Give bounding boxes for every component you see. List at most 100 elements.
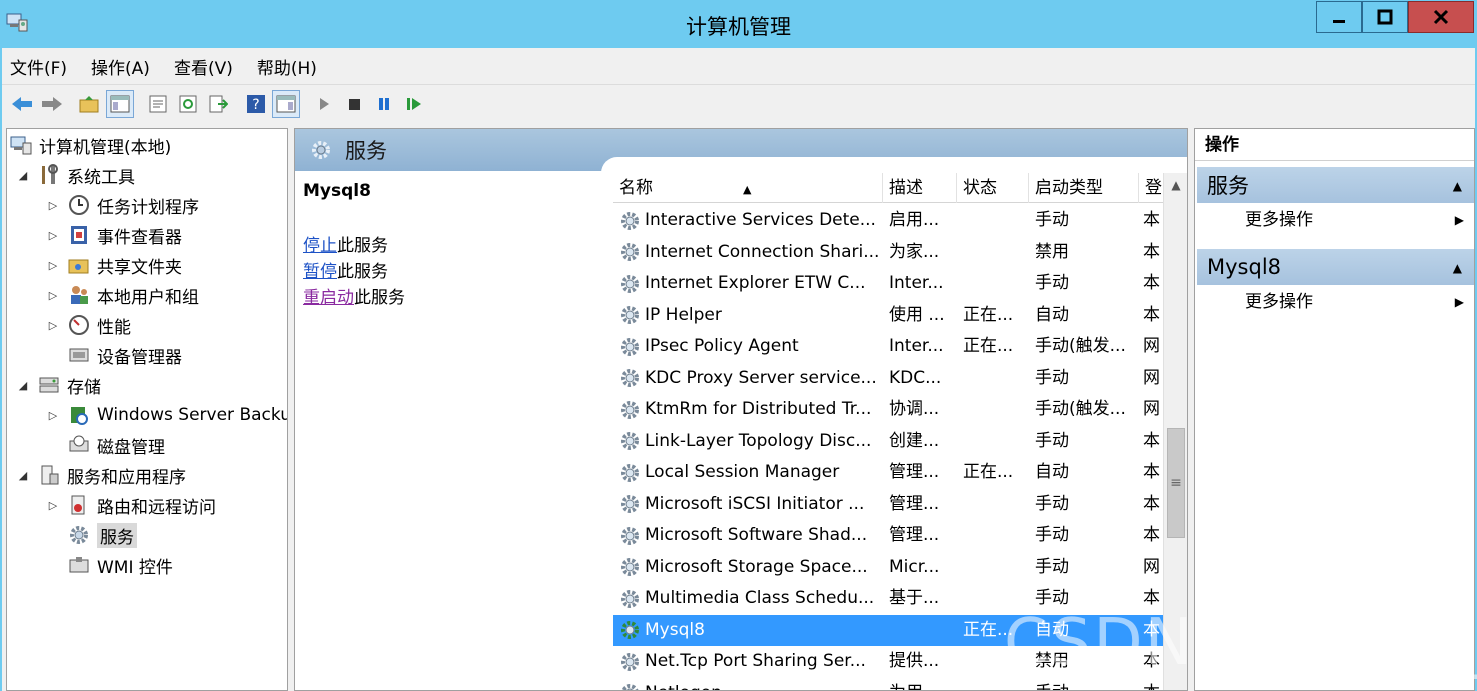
export-icon <box>209 95 228 112</box>
service-startup-type-cell: 手动 <box>1035 210 1069 230</box>
menu-action[interactable]: 操作(A) <box>91 54 150 79</box>
service-gear-icon <box>621 432 639 451</box>
restart-icon <box>407 97 421 110</box>
service-gear-icon <box>621 369 639 388</box>
menu-help[interactable]: 帮助(H) <box>257 54 317 79</box>
table-row[interactable]: Microsoft Storage Space... Micr... 手动 网 <box>613 552 1163 584</box>
table-row[interactable]: Microsoft iSCSI Initiator ... 管理... 手动 本 <box>613 489 1163 521</box>
console-tree[interactable]: 计算机管理(本地) ◢ 系统工具 ▷ 任务计划程序 ▷ 事件查看器 ▷ 共享文件… <box>6 128 288 691</box>
service-status-cell <box>963 237 1031 269</box>
tree-node-routing-remote-access[interactable]: ▷ 路由和远程访问 <box>45 491 216 519</box>
column-header-description[interactable]: 描述 <box>883 173 957 203</box>
pause-service-link[interactable]: 暂停 <box>303 262 337 282</box>
table-row[interactable]: KDC Proxy Server service... KDC... 手动 网 <box>613 363 1163 395</box>
service-logon-cell: 本 <box>1143 493 1160 514</box>
pause-service-button[interactable] <box>370 90 398 118</box>
table-row[interactable]: Microsoft Software Shad... 管理... 手动 本 <box>613 520 1163 552</box>
actions-section-services[interactable]: 服务 ▲ <box>1197 167 1474 203</box>
forward-button[interactable] <box>38 90 66 118</box>
service-gear-icon <box>621 400 639 419</box>
column-header-name[interactable]: 名称 ▲ <box>613 173 883 203</box>
more-actions-mysql8[interactable]: 更多操作 ▶ <box>1197 287 1474 317</box>
service-logon-cell: 网 <box>1143 556 1160 577</box>
tree-node-services[interactable]: 服务 <box>67 521 137 549</box>
column-header-status[interactable]: 状态 <box>957 173 1029 203</box>
tree-node-event-viewer[interactable]: ▷ 事件查看器 <box>45 221 182 249</box>
stop-service-button[interactable] <box>340 90 368 118</box>
expanded-arrow-icon[interactable]: ◢ <box>15 169 31 182</box>
gear-icon <box>312 141 330 159</box>
service-startup-type-cell: 禁用 <box>1035 241 1069 262</box>
service-status-cell: 正在... <box>963 304 1014 325</box>
tree-node-local-users[interactable]: ▷ 本地用户和组 <box>45 281 199 309</box>
show-hide-tree-button[interactable] <box>106 89 134 118</box>
scroll-thumb[interactable]: ≡ <box>1167 428 1185 538</box>
scroll-up-arrow-icon[interactable]: ▲ <box>1164 173 1187 197</box>
start-service-button[interactable] <box>310 90 338 118</box>
close-button[interactable] <box>1408 1 1474 33</box>
table-row[interactable]: IP Helper 使用 ... 正在... 自动 本 <box>613 300 1163 332</box>
export-list-button[interactable] <box>204 90 232 118</box>
collapse-triangle-icon: ▲ <box>1452 179 1462 193</box>
table-row[interactable]: Internet Explorer ETW C... Inter... 手动 本 <box>613 268 1163 300</box>
expanded-arrow-icon[interactable]: ◢ <box>15 469 31 482</box>
tree-node-computer-management[interactable]: 计算机管理(本地) <box>9 131 171 159</box>
tree-node-shared-folders[interactable]: ▷ 共享文件夹 <box>45 251 182 279</box>
collapsed-arrow-icon[interactable]: ▷ <box>45 259 61 272</box>
stop-service-link[interactable]: 停止 <box>303 236 337 256</box>
tree-node-wmi-control[interactable]: WMI 控件 <box>67 551 173 579</box>
folder-up-icon <box>79 95 99 112</box>
actions-title: 操作 <box>1195 129 1474 161</box>
service-description-cell: 为用... <box>889 678 957 691</box>
tree-node-windows-server-backup[interactable]: ▷ Windows Server Backup <box>45 401 287 429</box>
service-name-cell: Local Session Manager <box>619 457 883 489</box>
table-row[interactable]: Local Session Manager 管理... 正在... 自动 本 <box>613 457 1163 489</box>
column-header-startup-type[interactable]: 启动类型 <box>1029 173 1139 203</box>
help-button[interactable]: ? <box>242 90 270 118</box>
restart-service-line: 重启动此服务 <box>303 288 405 308</box>
table-row[interactable]: Link-Layer Topology Disc... 创建... 手动 本 <box>613 426 1163 458</box>
back-button[interactable] <box>8 90 36 118</box>
restart-service-link[interactable]: 重启动 <box>303 288 354 308</box>
window-title: 计算机管理 <box>686 15 791 39</box>
tree-node-disk-management[interactable]: 磁盘管理 <box>67 431 165 459</box>
tree-node-task-scheduler[interactable]: ▷ 任务计划程序 <box>45 191 199 219</box>
column-header-logon[interactable]: 登 <box>1139 173 1163 203</box>
maximize-button[interactable] <box>1362 1 1408 33</box>
collapsed-arrow-icon[interactable]: ▷ <box>45 409 61 422</box>
tree-node-storage[interactable]: ◢ 存储 <box>15 371 101 399</box>
more-actions-services[interactable]: 更多操作 ▶ <box>1197 205 1474 235</box>
up-folder-button[interactable] <box>76 90 104 118</box>
collapsed-arrow-icon[interactable]: ▷ <box>45 199 61 212</box>
tree-node-services-and-applications[interactable]: ◢ 服务和应用程序 <box>15 461 186 489</box>
tree-node-system-tools[interactable]: ◢ 系统工具 <box>15 161 135 189</box>
properties-button[interactable] <box>144 90 172 118</box>
table-header: 名称 ▲ 描述 状态 启动类型 登 <box>613 173 1163 203</box>
tree-node-device-manager[interactable]: 设备管理器 <box>67 341 182 369</box>
minimize-button[interactable] <box>1316 1 1362 33</box>
menu-file[interactable]: 文件(F) <box>10 54 67 79</box>
services-apps-icon <box>37 464 61 486</box>
service-name-cell: IP Helper <box>619 300 883 332</box>
restart-service-button[interactable] <box>400 90 428 118</box>
collapsed-arrow-icon[interactable]: ▷ <box>45 229 61 242</box>
menu-view[interactable]: 查看(V) <box>174 54 233 79</box>
collapsed-arrow-icon[interactable]: ▷ <box>45 289 61 302</box>
service-name-cell: Internet Explorer ETW C... <box>619 268 883 300</box>
service-description-cell: 创建... <box>889 430 940 451</box>
collapsed-arrow-icon[interactable]: ▷ <box>45 319 61 332</box>
tree-node-performance[interactable]: ▷ 性能 <box>45 311 131 339</box>
table-row[interactable]: IPsec Policy Agent Inter... 正在... 手动(触发... 网 <box>613 331 1163 363</box>
actions-section-mysql8[interactable]: Mysql8 ▲ <box>1197 249 1474 285</box>
table-row[interactable]: Interactive Services Dete... 启用... 手动 本 <box>613 205 1163 237</box>
service-name-cell: Microsoft Storage Space... <box>619 552 883 584</box>
routing-icon <box>67 494 91 516</box>
expanded-arrow-icon[interactable]: ◢ <box>15 379 31 392</box>
refresh-button[interactable] <box>174 90 202 118</box>
service-name-cell: Internet Connection Shari... <box>619 237 883 269</box>
service-name-cell: IPsec Policy Agent <box>619 331 883 363</box>
collapsed-arrow-icon[interactable]: ▷ <box>45 499 61 512</box>
table-row[interactable]: Internet Connection Shari... 为家... 禁用 本 <box>613 237 1163 269</box>
show-hide-action-pane-button[interactable] <box>272 89 300 118</box>
table-row[interactable]: KtmRm for Distributed Tr... 协调... 手动(触发...… <box>613 394 1163 426</box>
